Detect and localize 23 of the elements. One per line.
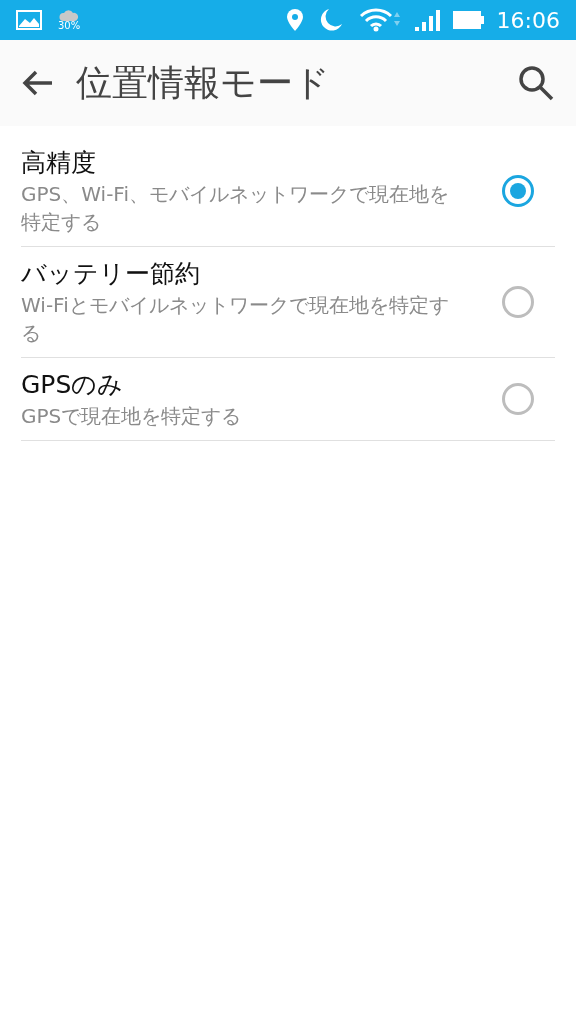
weather-percent: 30%: [58, 20, 81, 31]
option-row[interactable]: 高精度 GPS、Wi-Fi、モバイルネットワークで現在地を特定する: [21, 136, 555, 247]
moon-icon: [318, 8, 343, 32]
cloud-icon: [59, 9, 80, 21]
option-title: バッテリー節約: [21, 258, 201, 290]
screen-title: 位置情報モード: [76, 61, 330, 105]
option-title: 高精度: [21, 147, 97, 179]
battery-icon: [452, 10, 485, 30]
option-row[interactable]: GPSのみ GPSで現在地を特定する: [21, 358, 555, 441]
search-button[interactable]: [516, 63, 556, 103]
option-description: GPSで現在地を特定する: [21, 403, 243, 430]
clock: 16:06: [496, 6, 560, 35]
radio-button[interactable]: [502, 175, 534, 207]
radio-button[interactable]: [502, 286, 534, 318]
option-title: GPSのみ: [21, 369, 125, 401]
wifi-icon: [358, 8, 403, 32]
option-description: GPS、Wi-Fi、モバイルネットワークで現在地を特定する: [21, 181, 450, 236]
option-row[interactable]: バッテリー節約 Wi-Fiとモバイルネットワークで現在地を特定する: [21, 247, 555, 358]
signal-icon: [414, 9, 441, 31]
option-description: Wi-Fiとモバイルネットワークで現在地を特定する: [21, 292, 450, 347]
location-pin-icon: [286, 9, 303, 31]
image-icon: [16, 10, 42, 30]
radio-button[interactable]: [502, 383, 534, 415]
